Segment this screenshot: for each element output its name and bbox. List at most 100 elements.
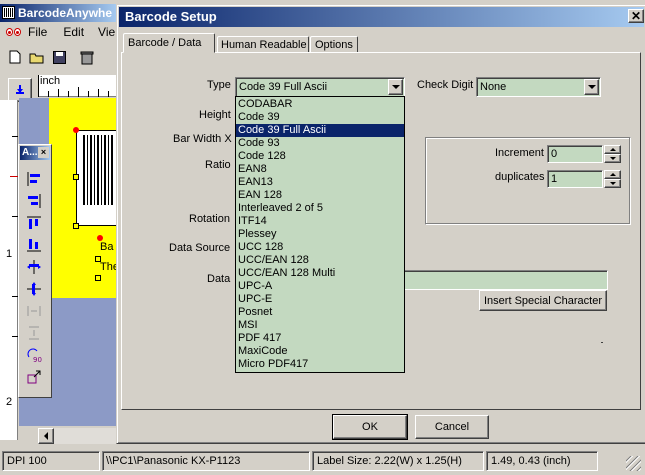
insert-special-character-button[interactable]: Insert Special Character	[479, 290, 607, 311]
divider-dot	[601, 342, 603, 343]
tab-options[interactable]: Options	[310, 36, 358, 53]
status-printer: \\PC1\Panasonic KX-P1123	[102, 451, 310, 471]
type-option[interactable]: Code 39	[236, 111, 404, 124]
dialog-title-bar: Barcode Setup ✕	[119, 7, 644, 27]
align-left-icon[interactable]	[26, 171, 42, 187]
type-option[interactable]: Code 39 Full Ascii	[236, 124, 404, 137]
alignment-toolbar: A... × 90	[18, 144, 52, 398]
center-vertical-icon[interactable]	[26, 281, 42, 297]
type-option[interactable]: EAN8	[236, 163, 404, 176]
type-option[interactable]: UCC/EAN 128	[236, 254, 404, 267]
svg-text:90: 90	[33, 356, 42, 363]
data-label: Data	[207, 273, 231, 285]
open-folder-icon[interactable]	[28, 48, 46, 66]
duplicates-input[interactable]: 1	[547, 170, 603, 188]
type-option[interactable]: ITF14	[236, 215, 404, 228]
dialog-close-button[interactable]: ✕	[628, 9, 644, 23]
barcode-setup-dialog: Barcode Setup ✕ Barcode / Data Human Rea…	[116, 4, 645, 444]
align-top-icon[interactable]	[26, 215, 42, 231]
type-option[interactable]: Interleaved 2 of 5	[236, 202, 404, 215]
type-option[interactable]: Micro PDF417	[236, 358, 404, 371]
mini-toolbar-title: A... ×	[20, 146, 50, 160]
type-option[interactable]: Posnet	[236, 306, 404, 319]
main-window-title: BarcodeAnywhe	[18, 6, 113, 20]
handle[interactable]	[95, 275, 101, 281]
data-source-label: Data Source	[169, 242, 231, 254]
type-option[interactable]: MaxiCode	[236, 345, 404, 358]
handle[interactable]	[73, 127, 79, 133]
align-right-icon[interactable]	[26, 193, 42, 209]
status-bar: DPI 100 \\PC1\Panasonic KX-P1123 Label S…	[0, 448, 645, 475]
status-label-size: Label Size: 2.22(W) x 1.25(H)	[312, 451, 484, 471]
save-icon[interactable]	[50, 48, 68, 66]
type-option[interactable]: Code 93	[236, 137, 404, 150]
type-option[interactable]: PDF 417	[236, 332, 404, 345]
dialog-title: Barcode Setup	[125, 9, 217, 24]
space-horizontal-icon[interactable]	[26, 303, 42, 319]
app-icon	[2, 6, 15, 19]
increment-input[interactable]: 0	[547, 145, 603, 163]
type-dropdown-button[interactable]	[388, 79, 403, 95]
type-option[interactable]: Code 128	[236, 150, 404, 163]
menu-view[interactable]: Vie	[98, 25, 115, 39]
top-ruler: inch	[38, 75, 122, 97]
height-label: Height	[199, 109, 231, 121]
duplicates-down-button[interactable]	[604, 179, 621, 188]
check-digit-label: Check Digit	[417, 79, 474, 91]
duplicates-up-button[interactable]	[604, 170, 621, 179]
barcode-object[interactable]	[76, 130, 121, 226]
handle[interactable]	[73, 223, 79, 229]
chevron-down-icon	[587, 85, 596, 89]
ruler-mark-2: 2	[6, 396, 13, 408]
ratio-label: Ratio	[205, 159, 231, 171]
type-option[interactable]: UCC 128	[236, 241, 404, 254]
trash-icon[interactable]	[78, 48, 96, 66]
type-select-value: Code 39 Full Ascii	[239, 81, 328, 93]
type-select[interactable]: Code 39 Full Ascii	[235, 77, 405, 97]
close-icon[interactable]: ×	[38, 147, 49, 158]
center-horizontal-icon[interactable]	[26, 259, 42, 275]
resize-grip-icon[interactable]	[626, 456, 641, 471]
increment-down-button[interactable]	[604, 154, 621, 163]
main-title-bar: BarcodeAnywhe	[0, 4, 116, 22]
type-option[interactable]: UCC/EAN 128 Multi	[236, 267, 404, 280]
menu-file[interactable]: File	[28, 25, 47, 39]
resize-icon[interactable]	[26, 369, 42, 385]
check-digit-value: None	[480, 81, 507, 93]
type-option[interactable]: UPC-A	[236, 280, 404, 293]
scroll-left-button[interactable]	[38, 428, 54, 444]
cancel-button[interactable]: Cancel	[415, 415, 489, 439]
type-option[interactable]: MSI	[236, 319, 404, 332]
horizontal-scrollbar[interactable]	[38, 428, 122, 444]
increment-up-button[interactable]	[604, 145, 621, 154]
eyes-icon	[6, 28, 24, 36]
type-option[interactable]: EAN 128	[236, 189, 404, 202]
check-digit-dropdown-button[interactable]	[584, 79, 599, 95]
data-input[interactable]	[397, 270, 608, 290]
main-toolbar	[6, 48, 96, 66]
ok-button[interactable]: OK	[332, 414, 408, 440]
ruler-mark-1: 1	[6, 248, 13, 260]
duplicates-spinner[interactable]	[604, 170, 621, 188]
duplicates-label: duplicates	[495, 171, 545, 183]
tab-human-readable[interactable]: Human Readable	[217, 36, 309, 53]
canvas-text-1[interactable]: Ba	[100, 241, 113, 253]
space-vertical-icon[interactable]	[26, 325, 42, 341]
new-file-icon[interactable]	[6, 48, 24, 66]
type-option[interactable]: EAN13	[236, 176, 404, 189]
align-bottom-icon[interactable]	[26, 237, 42, 253]
chevron-down-icon	[391, 85, 400, 89]
type-option[interactable]: CODABAR	[236, 98, 404, 111]
type-option[interactable]: Plessey	[236, 228, 404, 241]
rotate-90-icon[interactable]: 90	[26, 347, 42, 363]
label-canvas[interactable]: Ba The	[49, 98, 121, 298]
handle[interactable]	[73, 174, 79, 180]
menu-edit[interactable]: Edit	[63, 25, 84, 39]
type-option[interactable]: UPC-E	[236, 293, 404, 306]
handle[interactable]	[95, 256, 101, 262]
increment-spinner[interactable]	[604, 145, 621, 163]
check-digit-select[interactable]: None	[476, 77, 601, 97]
arrow-tool-icon	[16, 85, 24, 94]
type-dropdown-list[interactable]: CODABAR Code 39 Code 39 Full Ascii Code 93 C…	[235, 96, 405, 373]
tab-barcode-data[interactable]: Barcode / Data	[123, 33, 215, 53]
